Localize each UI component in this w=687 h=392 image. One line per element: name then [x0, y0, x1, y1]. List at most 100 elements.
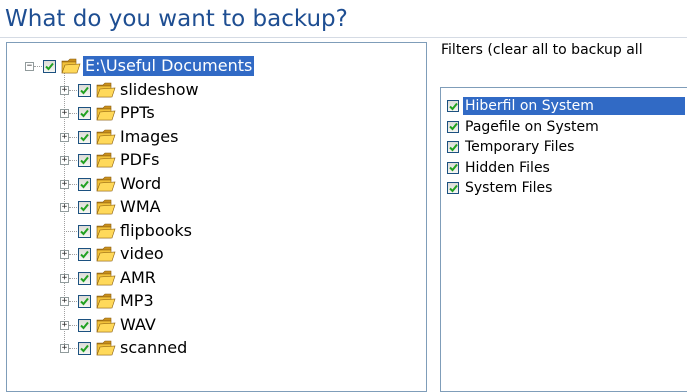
folder-icon	[96, 270, 116, 286]
checkmark-icon	[448, 102, 458, 110]
tree-item-label[interactable]: WAV	[118, 315, 158, 335]
tree-item-label[interactable]: scanned	[118, 338, 189, 358]
tree-connector	[69, 136, 77, 138]
filter-item-label: Hidden Files	[465, 159, 550, 176]
checkmark-icon	[80, 274, 89, 282]
checkmark-icon	[80, 180, 89, 188]
folder-tree-panel[interactable]: − E:\Useful Documents + slideshow + PPTs + Imag…	[6, 42, 427, 392]
tree-item-label[interactable]: video	[118, 244, 166, 264]
filter-item[interactable]: Pagefile on System	[447, 117, 601, 137]
tree-item-label[interactable]: AMR	[118, 268, 158, 288]
tree-item-label[interactable]: PPTs	[118, 103, 157, 123]
folder-checkbox[interactable]	[78, 248, 91, 261]
checkmark-icon	[80, 86, 89, 94]
tree-connector	[64, 230, 77, 232]
tree-connector	[69, 160, 77, 161]
folder-icon	[96, 176, 116, 192]
checkmark-icon	[448, 184, 458, 192]
tree-item-label[interactable]: flipbooks	[118, 221, 194, 241]
folder-checkbox[interactable]	[78, 154, 91, 167]
checkmark-icon	[80, 156, 89, 165]
tree-connector	[69, 301, 77, 302]
folder-icon	[96, 199, 116, 215]
tree-connector	[69, 348, 77, 349]
checkmark-icon	[448, 163, 458, 172]
filter-checkbox[interactable]	[447, 141, 459, 153]
checkmark-icon	[80, 203, 89, 212]
folder-checkbox[interactable]	[78, 342, 91, 355]
page-title: What do you want to backup?	[5, 6, 348, 32]
checkmark-icon	[80, 109, 89, 118]
filter-checkbox[interactable]	[447, 161, 459, 174]
tree-connector	[69, 113, 77, 114]
folder-icon	[96, 223, 116, 239]
folder-icon	[96, 246, 116, 262]
tree-item-label[interactable]: Images	[118, 127, 180, 147]
tree-item-label[interactable]: slideshow	[118, 80, 201, 100]
folder-icon	[96, 317, 116, 333]
filters-list-panel[interactable]: Hiberfil on System Pagefile on System Temp…	[440, 87, 687, 392]
checkmark-icon	[80, 297, 89, 306]
folder-icon	[96, 82, 116, 98]
folder-icon	[61, 58, 81, 74]
expand-toggle-icon[interactable]: +	[60, 297, 69, 306]
filter-checkbox[interactable]	[447, 100, 459, 112]
tree-item-label[interactable]: PDFs	[118, 150, 162, 170]
folder-icon	[96, 340, 116, 356]
folder-checkbox[interactable]	[78, 107, 91, 120]
checkmark-icon	[80, 227, 89, 235]
expand-toggle-icon[interactable]: +	[60, 156, 69, 165]
title-divider	[0, 37, 687, 38]
filter-item[interactable]: Hidden Files	[447, 158, 552, 178]
expand-toggle-icon[interactable]: +	[60, 320, 69, 330]
tree-item-label[interactable]: Word	[118, 174, 163, 194]
filter-item-label: Temporary Files	[465, 139, 575, 155]
collapse-toggle-icon[interactable]: −	[25, 62, 34, 71]
folder-icon	[96, 152, 116, 168]
expand-toggle-icon[interactable]: +	[60, 203, 69, 212]
checkmark-icon	[80, 250, 89, 259]
tree-item-label[interactable]: WMA	[118, 197, 163, 217]
expand-toggle-icon[interactable]: +	[60, 344, 69, 353]
tree-root-label[interactable]: E:\Useful Documents	[83, 56, 255, 76]
tree-connector	[69, 277, 77, 279]
expand-toggle-icon[interactable]: +	[60, 250, 69, 259]
folder-checkbox[interactable]	[78, 271, 91, 285]
checkmark-icon	[448, 143, 458, 151]
expand-toggle-icon[interactable]: +	[60, 179, 69, 189]
checkmark-icon	[80, 321, 89, 329]
folder-checkbox[interactable]	[78, 318, 91, 332]
checkmark-icon	[80, 133, 89, 141]
expand-toggle-icon[interactable]: +	[60, 85, 69, 95]
folder-checkbox[interactable]	[78, 295, 91, 308]
checkmark-icon	[448, 122, 458, 131]
tree-item-label[interactable]: MP3	[118, 291, 156, 311]
expand-toggle-icon[interactable]: +	[60, 273, 69, 283]
filter-item-label: System Files	[465, 180, 553, 196]
folder-checkbox[interactable]	[78, 177, 91, 191]
expand-toggle-icon[interactable]: +	[60, 109, 69, 118]
checkmark-icon	[45, 62, 54, 71]
filter-item[interactable]: Temporary Files	[447, 137, 576, 157]
folder-checkbox[interactable]	[78, 83, 91, 97]
filter-item[interactable]: System Files	[447, 178, 554, 198]
filters-caption: Filters (clear all to backup all	[441, 42, 643, 58]
folder-checkbox[interactable]	[43, 60, 56, 73]
filter-checkbox[interactable]	[447, 182, 459, 194]
folder-icon	[96, 105, 116, 121]
tree-connector	[69, 254, 77, 255]
expand-toggle-icon[interactable]: +	[60, 132, 69, 142]
filter-item[interactable]: Hiberfil on System	[447, 96, 685, 116]
filter-item-label: Pagefile on System	[465, 118, 599, 135]
folder-icon	[96, 129, 116, 145]
folder-checkbox[interactable]	[78, 130, 91, 144]
tree-connector	[69, 89, 77, 91]
tree-connector	[69, 207, 77, 208]
folder-checkbox[interactable]	[78, 201, 91, 214]
tree-connector	[69, 324, 77, 326]
folder-icon	[96, 293, 116, 309]
tree-connector	[34, 66, 42, 67]
filter-checkbox[interactable]	[447, 120, 459, 133]
folder-checkbox[interactable]	[78, 224, 91, 238]
filter-item-label: Hiberfil on System	[463, 97, 685, 115]
